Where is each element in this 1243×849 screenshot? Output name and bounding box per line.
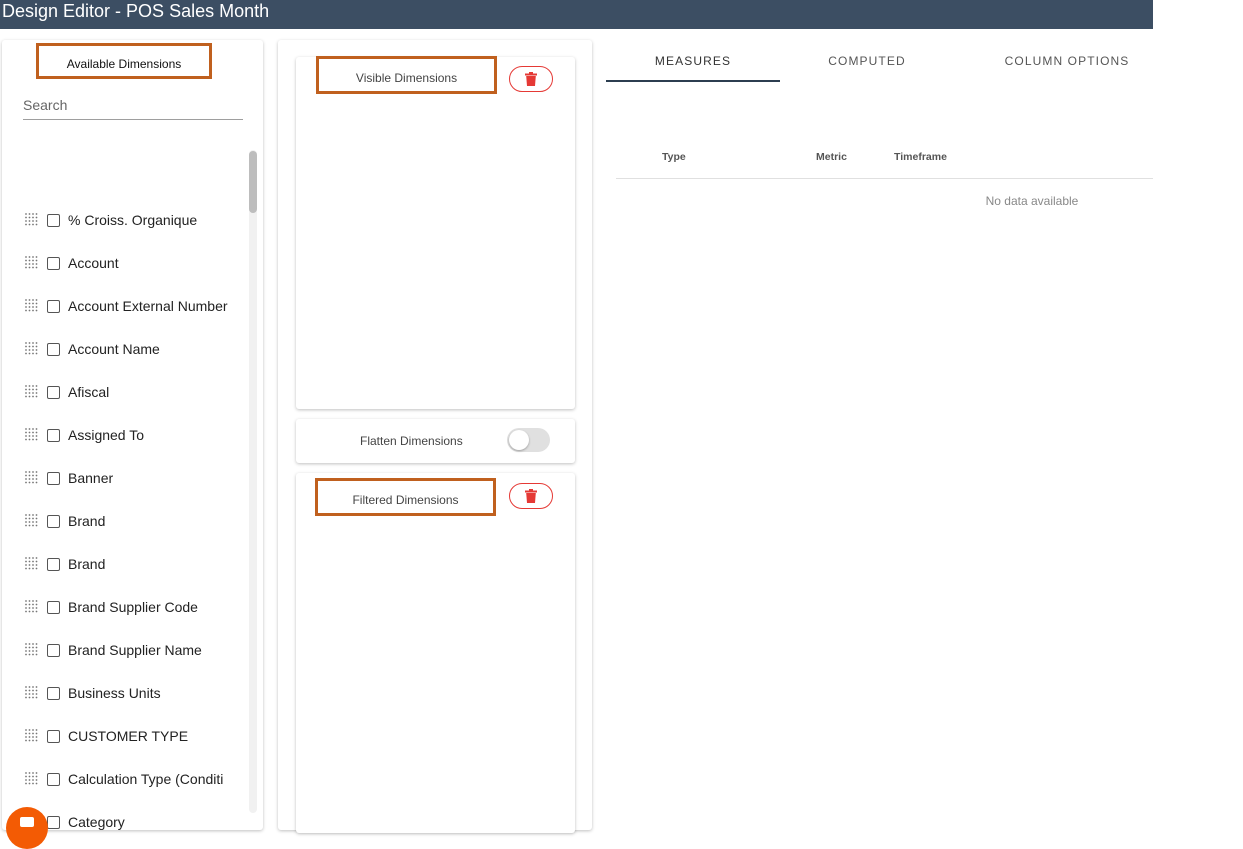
column-header-timeframe[interactable]: Timeframe xyxy=(894,151,947,163)
list-item[interactable]: Brand Supplier Name xyxy=(24,638,244,662)
drag-handle-icon[interactable] xyxy=(24,212,40,228)
dimension-label: CUSTOMER TYPE xyxy=(68,728,189,744)
list-item[interactable]: Calculation Type (Conditi xyxy=(24,767,244,791)
list-item[interactable]: CUSTOMER TYPE xyxy=(24,724,244,748)
flatten-dimensions-card: Flatten Dimensions xyxy=(296,419,575,463)
drag-handle-icon[interactable] xyxy=(24,341,40,357)
list-item[interactable]: Brand xyxy=(24,552,244,576)
list-item[interactable]: % Croiss. Organique xyxy=(24,208,244,232)
dimension-label: Account External Number xyxy=(68,298,228,314)
right-margin xyxy=(1153,0,1243,825)
dimension-label: % Croiss. Organique xyxy=(68,212,198,228)
list-item[interactable]: Banner xyxy=(24,466,244,490)
dimension-checkbox[interactable] xyxy=(47,514,60,528)
drag-handle-icon[interactable] xyxy=(24,384,40,400)
list-item[interactable]: Account xyxy=(24,251,244,275)
filtered-dimensions-title: Filtered Dimensions xyxy=(315,478,496,516)
dimension-label: Account xyxy=(68,255,119,271)
window-title: Design Editor - POS Sales Month xyxy=(2,1,270,21)
clear-filtered-dimensions-button[interactable] xyxy=(509,483,553,509)
available-dimensions-panel: Available Dimensions % Croiss. Organique… xyxy=(2,40,263,830)
list-item[interactable]: Afiscal xyxy=(24,380,244,404)
drag-handle-icon[interactable] xyxy=(24,728,40,744)
dimension-checkbox[interactable] xyxy=(47,815,60,829)
dimension-checkbox[interactable] xyxy=(47,385,60,399)
dimension-label: Calculation Type (Conditi xyxy=(68,771,224,787)
dimension-label: Banner xyxy=(68,470,114,486)
tab-computed[interactable]: COMPUTED xyxy=(780,54,954,68)
active-tab-indicator xyxy=(606,80,780,82)
drag-handle-icon[interactable] xyxy=(24,513,40,529)
dimension-checkbox[interactable] xyxy=(47,729,60,743)
drag-handle-icon[interactable] xyxy=(24,427,40,443)
drag-handle-icon[interactable] xyxy=(24,556,40,572)
dimension-label: Brand Supplier Name xyxy=(68,642,202,658)
clear-visible-dimensions-button[interactable] xyxy=(509,66,553,92)
dimension-checkbox[interactable] xyxy=(47,686,60,700)
dimension-label: Afiscal xyxy=(68,384,110,400)
trash-icon xyxy=(525,489,537,503)
search-input[interactable] xyxy=(23,92,243,118)
table-header-divider xyxy=(616,178,1153,179)
dimension-list-scrollbar[interactable] xyxy=(249,150,257,813)
list-item[interactable]: Assigned To xyxy=(24,423,244,447)
column-header-metric[interactable]: Metric xyxy=(816,151,847,163)
dimension-checkbox[interactable] xyxy=(47,557,60,571)
toggle-knob xyxy=(509,430,529,450)
dimension-checkbox[interactable] xyxy=(47,428,60,442)
dimension-label: Brand xyxy=(68,513,106,529)
dimension-checkbox[interactable] xyxy=(47,256,60,270)
dimension-checkbox[interactable] xyxy=(47,342,60,356)
drag-handle-icon[interactable] xyxy=(24,685,40,701)
flatten-dimensions-toggle[interactable] xyxy=(507,428,550,452)
drag-handle-icon[interactable] xyxy=(24,255,40,271)
visible-dimensions-card[interactable]: Visible Dimensions xyxy=(296,56,575,409)
tab-measures[interactable]: MEASURES xyxy=(606,54,780,68)
list-item[interactable]: Brand Supplier Code xyxy=(24,595,244,619)
dimension-label: Category xyxy=(68,814,125,830)
tab-column-options[interactable]: COLUMN OPTIONS xyxy=(980,54,1154,68)
drag-handle-icon[interactable] xyxy=(24,298,40,314)
list-item[interactable]: Brand xyxy=(24,509,244,533)
list-item[interactable]: Account External Number xyxy=(24,294,244,318)
dimension-checkbox[interactable] xyxy=(47,600,60,614)
dimension-checkbox[interactable] xyxy=(47,213,60,227)
scrollbar-thumb[interactable] xyxy=(249,151,257,213)
help-fab-button[interactable] xyxy=(6,807,48,849)
dimension-list[interactable]: % Croiss. Organique Account Account Extern… xyxy=(2,150,248,830)
visible-dimensions-title: Visible Dimensions xyxy=(316,56,497,94)
dimension-checkbox[interactable] xyxy=(47,643,60,657)
empty-table-message: No data available xyxy=(985,194,1079,208)
list-item[interactable]: Account Name xyxy=(24,337,244,361)
window-title-bar: Design Editor - POS Sales Month xyxy=(0,0,1153,29)
drag-handle-icon[interactable] xyxy=(24,470,40,486)
search-field[interactable] xyxy=(23,92,243,120)
flatten-dimensions-label: Flatten Dimensions xyxy=(360,434,463,448)
list-item[interactable]: Category xyxy=(24,810,244,830)
dimension-label: Brand xyxy=(68,556,106,572)
dimension-checkbox[interactable] xyxy=(47,772,60,786)
drag-handle-icon[interactable] xyxy=(24,771,40,787)
dimension-checkbox[interactable] xyxy=(47,299,60,313)
dimension-checkbox[interactable] xyxy=(47,471,60,485)
dimension-label: Assigned To xyxy=(68,427,145,443)
dimension-label: Brand Supplier Code xyxy=(68,599,198,615)
dimension-label: Account Name xyxy=(68,341,160,357)
available-dimensions-title: Available Dimensions xyxy=(36,43,212,79)
chat-icon xyxy=(20,817,34,827)
filtered-dimensions-card[interactable]: Filtered Dimensions xyxy=(296,473,575,833)
trash-icon xyxy=(525,72,537,86)
column-header-type[interactable]: Type xyxy=(662,151,686,163)
drag-handle-icon[interactable] xyxy=(24,642,40,658)
list-item[interactable]: Business Units xyxy=(24,681,244,705)
drag-handle-icon[interactable] xyxy=(24,599,40,615)
dimension-label: Business Units xyxy=(68,685,161,701)
